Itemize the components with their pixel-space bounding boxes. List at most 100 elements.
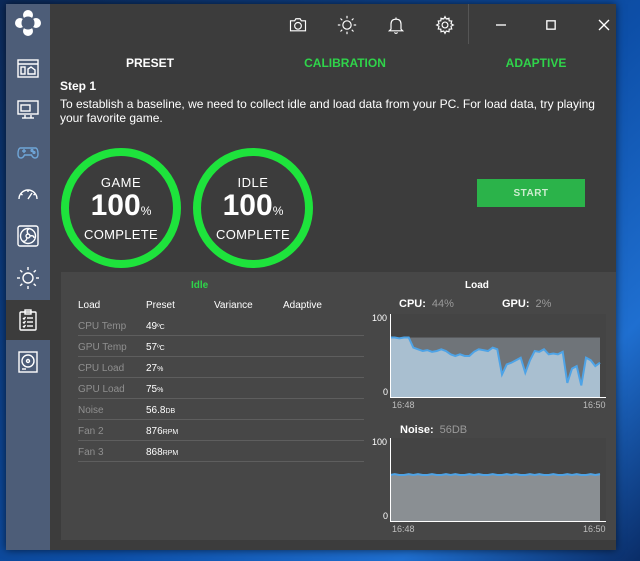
noise-chart-y-max: 100 bbox=[372, 437, 388, 447]
tab-adaptive[interactable]: ADAPTIVE bbox=[476, 56, 596, 70]
tab-calibration[interactable]: CALIBRATION bbox=[285, 56, 405, 70]
sidebar-item-dashboard[interactable] bbox=[6, 49, 50, 89]
sidebar bbox=[6, 4, 50, 550]
sidebar-item-calibration[interactable] bbox=[6, 300, 50, 340]
step-title: Step 1 bbox=[60, 79, 97, 93]
screenshot-button[interactable] bbox=[285, 12, 311, 38]
idle-progress-number: 100 bbox=[222, 188, 273, 222]
game-progress-value: 100% bbox=[90, 188, 152, 226]
titlebar-divider bbox=[468, 4, 469, 44]
row-value: 49ºC bbox=[146, 321, 165, 332]
noise-series-0-area bbox=[390, 474, 600, 522]
row-label: Fan 3 bbox=[78, 447, 104, 458]
table-row: GPU Temp 57ºC bbox=[78, 336, 364, 357]
idle-heading: Idle bbox=[191, 280, 209, 291]
gamepad-icon bbox=[17, 147, 39, 159]
noise-chart-x-start: 16:48 bbox=[392, 524, 415, 534]
gear-icon bbox=[435, 15, 455, 35]
noise-series-0-line bbox=[390, 473, 601, 477]
maximize-icon bbox=[546, 20, 556, 30]
table-row: CPU Temp 49ºC bbox=[78, 315, 364, 336]
row-number: 27 bbox=[146, 363, 158, 374]
row-label: GPU Load bbox=[78, 384, 125, 395]
row-number: 49 bbox=[146, 321, 158, 332]
clipboard-list-icon bbox=[19, 309, 37, 331]
idle-progress-label: IDLE bbox=[237, 174, 269, 190]
close-icon bbox=[598, 19, 610, 31]
cpu-current-value: 44% bbox=[431, 298, 454, 310]
row-label: GPU Temp bbox=[78, 342, 127, 353]
idle-progress-unit: % bbox=[272, 203, 284, 218]
minimize-button[interactable] bbox=[488, 12, 514, 38]
row-label: Noise bbox=[78, 405, 104, 416]
game-progress-unit: % bbox=[140, 203, 152, 218]
settings-button[interactable] bbox=[432, 12, 458, 38]
sidebar-item-monitor[interactable] bbox=[6, 90, 50, 130]
gpu-current-value: 2% bbox=[535, 298, 552, 310]
row-number: 57 bbox=[146, 342, 158, 353]
noise-chart-title: Noise: 56DB bbox=[400, 424, 467, 436]
cpu-series-name: CPU: bbox=[399, 298, 426, 310]
step-description: To establish a baseline, we need to coll… bbox=[60, 97, 595, 125]
table-row: GPU Load 75% bbox=[78, 378, 364, 399]
row-unit: RPM bbox=[162, 450, 179, 457]
row-unit: RPM bbox=[162, 429, 179, 436]
minimize-icon bbox=[496, 24, 506, 26]
noise-chart-x-end: 16:50 bbox=[583, 524, 606, 534]
start-button[interactable]: START bbox=[477, 179, 585, 207]
row-value: 27% bbox=[146, 363, 163, 374]
row-label: CPU Load bbox=[78, 363, 125, 374]
tab-bar: PRESET CALIBRATION ADAPTIVE bbox=[50, 48, 616, 76]
row-label: Fan 2 bbox=[78, 426, 104, 437]
row-value: 868RPM bbox=[146, 447, 178, 458]
sidebar-item-gaming[interactable] bbox=[6, 132, 50, 172]
row-unit: % bbox=[157, 387, 164, 394]
column-header-adaptive: Adaptive bbox=[283, 300, 322, 311]
sidebar-item-storage[interactable] bbox=[6, 342, 50, 382]
row-unit: % bbox=[157, 366, 164, 373]
table-row: Fan 2 876RPM bbox=[78, 420, 364, 441]
column-header-variance: Variance bbox=[214, 300, 253, 311]
noise-chart-y-min: 0 bbox=[383, 511, 389, 521]
gpu-series-name: GPU: bbox=[502, 298, 530, 310]
load-heading: Load bbox=[465, 280, 489, 291]
fan-icon bbox=[17, 225, 39, 247]
tab-preset[interactable]: PRESET bbox=[90, 56, 210, 70]
monitor-icon bbox=[17, 100, 39, 119]
noise-chart bbox=[390, 438, 606, 522]
row-number: 868 bbox=[146, 447, 163, 458]
load-chart-x-start: 16:48 bbox=[392, 400, 415, 410]
game-progress-ring: GAME 100% COMPLETE bbox=[61, 148, 181, 268]
load-chart-y-max: 100 bbox=[372, 313, 388, 323]
row-label: CPU Temp bbox=[78, 321, 127, 332]
disk-icon bbox=[18, 351, 38, 373]
sidebar-item-lighting[interactable] bbox=[6, 258, 50, 298]
data-panel: Idle Load Load Preset Variance Adaptive … bbox=[61, 272, 616, 540]
game-progress-label: GAME bbox=[100, 174, 142, 190]
lighting-button[interactable] bbox=[334, 12, 360, 38]
notifications-button[interactable] bbox=[383, 12, 409, 38]
noise-series-name: Noise: bbox=[400, 424, 434, 436]
row-value: 876RPM bbox=[146, 426, 178, 437]
idle-progress-value: 100% bbox=[222, 188, 284, 226]
load-chart-y-min: 0 bbox=[383, 387, 389, 397]
brightness-icon bbox=[17, 267, 39, 289]
load-chart bbox=[390, 314, 606, 398]
row-unit: ºC bbox=[157, 324, 165, 331]
row-number: 56.8 bbox=[146, 405, 166, 416]
column-header-preset: Preset bbox=[146, 300, 175, 311]
game-progress-status: COMPLETE bbox=[84, 226, 158, 242]
brightness-icon bbox=[337, 15, 357, 35]
close-button[interactable] bbox=[591, 12, 617, 38]
title-bar bbox=[50, 4, 616, 44]
sidebar-item-performance[interactable] bbox=[6, 174, 50, 214]
game-progress-number: 100 bbox=[90, 188, 141, 222]
row-value: 75% bbox=[146, 384, 163, 395]
table-row: Fan 3 868RPM bbox=[78, 441, 364, 462]
sidebar-item-fans[interactable] bbox=[6, 216, 50, 256]
cpu-chart-title: CPU: 44% bbox=[399, 298, 454, 310]
table-row: Noise 56.8DB bbox=[78, 399, 364, 420]
table-row: CPU Load 27% bbox=[78, 357, 364, 378]
maximize-button[interactable] bbox=[538, 12, 564, 38]
bell-icon bbox=[387, 17, 405, 34]
